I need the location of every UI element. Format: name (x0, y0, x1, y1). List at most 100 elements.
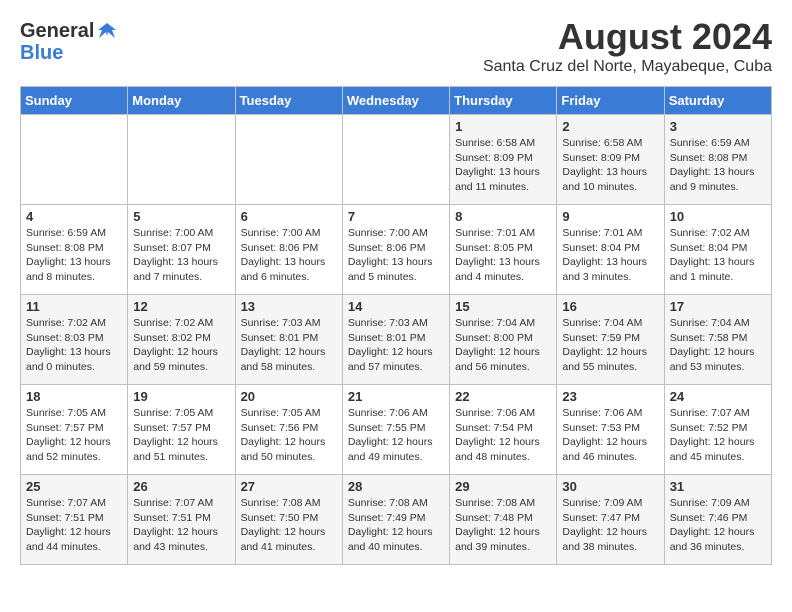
day-info: Sunrise: 7:02 AM Sunset: 8:04 PM Dayligh… (670, 226, 766, 285)
day-info: Sunrise: 7:06 AM Sunset: 7:54 PM Dayligh… (455, 406, 551, 465)
day-info: Sunrise: 7:00 AM Sunset: 8:06 PM Dayligh… (348, 226, 444, 285)
day-info: Sunrise: 7:04 AM Sunset: 8:00 PM Dayligh… (455, 316, 551, 375)
day-info: Sunrise: 7:08 AM Sunset: 7:48 PM Dayligh… (455, 496, 551, 555)
day-info: Sunrise: 7:02 AM Sunset: 8:03 PM Dayligh… (26, 316, 122, 375)
day-info: Sunrise: 6:59 AM Sunset: 8:08 PM Dayligh… (26, 226, 122, 285)
day-info: Sunrise: 7:07 AM Sunset: 7:51 PM Dayligh… (26, 496, 122, 555)
calendar-cell: 23Sunrise: 7:06 AM Sunset: 7:53 PM Dayli… (557, 385, 664, 475)
weekday-header-wednesday: Wednesday (342, 87, 449, 115)
calendar-cell: 5Sunrise: 7:00 AM Sunset: 8:07 PM Daylig… (128, 205, 235, 295)
day-info: Sunrise: 6:58 AM Sunset: 8:09 PM Dayligh… (562, 136, 658, 195)
calendar-cell: 14 Sunrise: 7:03 AM Sunset: 8:01 PM Dayli… (342, 295, 449, 385)
calendar-cell (21, 115, 128, 205)
day-number: 1 (455, 119, 551, 134)
logo-blue-text: Blue (20, 43, 63, 63)
day-number: 10 (670, 209, 766, 224)
day-info: Sunrise: 7:06 AM Sunset: 7:55 PM Dayligh… (348, 406, 444, 465)
day-info: Sunrise: 7:03 AM Sunset: 8:01 PM Dayligh… (241, 316, 337, 375)
day-number: 7 (348, 209, 444, 224)
calendar-cell (342, 115, 449, 205)
weekday-header-thursday: Thursday (450, 87, 557, 115)
day-info: Sunrise: 7:09 AM Sunset: 7:47 PM Dayligh… (562, 496, 658, 555)
day-info: Sunrise: 7:07 AM Sunset: 7:52 PM Dayligh… (670, 406, 766, 465)
calendar-cell: 21 Sunrise: 7:06 AM Sunset: 7:55 PM Dayli… (342, 385, 449, 475)
day-info: Sunrise: 7:01 AM Sunset: 8:05 PM Dayligh… (455, 226, 551, 285)
day-number: 20 (241, 389, 337, 404)
day-info: Sunrise: 7:00 AM Sunset: 8:07 PM Dayligh… (133, 226, 229, 285)
calendar-cell: 24Sunrise: 7:07 AM Sunset: 7:52 PM Dayli… (664, 385, 771, 475)
day-number: 8 (455, 209, 551, 224)
day-number: 28 (348, 479, 444, 494)
calendar-cell (128, 115, 235, 205)
week-row-3: 11 Sunrise: 7:02 AM Sunset: 8:03 PM Dayli… (21, 295, 772, 385)
day-info: Sunrise: 6:58 AM Sunset: 8:09 PM Dayligh… (455, 136, 551, 195)
weekday-header-saturday: Saturday (664, 87, 771, 115)
day-info: Sunrise: 7:09 AM Sunset: 7:46 PM Dayligh… (670, 496, 766, 555)
weekday-header-tuesday: Tuesday (235, 87, 342, 115)
calendar-cell: 4 Sunrise: 6:59 AM Sunset: 8:08 PM Daylig… (21, 205, 128, 295)
day-number: 30 (562, 479, 658, 494)
day-info: Sunrise: 7:08 AM Sunset: 7:50 PM Dayligh… (241, 496, 337, 555)
day-number: 27 (241, 479, 337, 494)
day-number: 14 (348, 299, 444, 314)
day-info: Sunrise: 7:07 AM Sunset: 7:51 PM Dayligh… (133, 496, 229, 555)
calendar-cell: 6 Sunrise: 7:00 AM Sunset: 8:06 PM Daylig… (235, 205, 342, 295)
day-info: Sunrise: 7:02 AM Sunset: 8:02 PM Dayligh… (133, 316, 229, 375)
day-number: 2 (562, 119, 658, 134)
calendar-cell: 11 Sunrise: 7:02 AM Sunset: 8:03 PM Dayli… (21, 295, 128, 385)
calendar-cell: 3Sunrise: 6:59 AM Sunset: 8:08 PM Daylig… (664, 115, 771, 205)
day-number: 21 (348, 389, 444, 404)
day-info: Sunrise: 7:00 AM Sunset: 8:06 PM Dayligh… (241, 226, 337, 285)
calendar-cell: 7 Sunrise: 7:00 AM Sunset: 8:06 PM Daylig… (342, 205, 449, 295)
day-number: 31 (670, 479, 766, 494)
calendar-cell: 26 Sunrise: 7:07 AM Sunset: 7:51 PM Dayli… (128, 475, 235, 565)
calendar-cell: 12 Sunrise: 7:02 AM Sunset: 8:02 PM Dayli… (128, 295, 235, 385)
weekday-header-row: SundayMondayTuesdayWednesdayThursdayFrid… (21, 87, 772, 115)
week-row-5: 25 Sunrise: 7:07 AM Sunset: 7:51 PM Dayli… (21, 475, 772, 565)
title-area: August 2024 Santa Cruz del Norte, Mayabe… (483, 16, 772, 76)
week-row-2: 4 Sunrise: 6:59 AM Sunset: 8:08 PM Daylig… (21, 205, 772, 295)
day-info: Sunrise: 7:03 AM Sunset: 8:01 PM Dayligh… (348, 316, 444, 375)
day-info: Sunrise: 7:08 AM Sunset: 7:49 PM Dayligh… (348, 496, 444, 555)
day-info: Sunrise: 7:01 AM Sunset: 8:04 PM Dayligh… (562, 226, 658, 285)
day-number: 19 (133, 389, 229, 404)
calendar: SundayMondayTuesdayWednesdayThursdayFrid… (20, 86, 772, 565)
calendar-cell: 15 Sunrise: 7:04 AM Sunset: 8:00 PM Dayli… (450, 295, 557, 385)
day-number: 13 (241, 299, 337, 314)
main-title: August 2024 (483, 16, 772, 58)
day-number: 17 (670, 299, 766, 314)
calendar-cell: 18 Sunrise: 7:05 AM Sunset: 7:57 PM Dayli… (21, 385, 128, 475)
calendar-cell: 31 Sunrise: 7:09 AM Sunset: 7:46 PM Dayli… (664, 475, 771, 565)
day-info: Sunrise: 7:05 AM Sunset: 7:56 PM Dayligh… (241, 406, 337, 465)
day-number: 12 (133, 299, 229, 314)
day-number: 6 (241, 209, 337, 224)
day-number: 23 (562, 389, 658, 404)
day-info: Sunrise: 7:04 AM Sunset: 7:59 PM Dayligh… (562, 316, 658, 375)
week-row-4: 18 Sunrise: 7:05 AM Sunset: 7:57 PM Dayli… (21, 385, 772, 475)
calendar-cell: 2 Sunrise: 6:58 AM Sunset: 8:09 PM Daylig… (557, 115, 664, 205)
day-number: 15 (455, 299, 551, 314)
logo-bird-icon (96, 20, 118, 42)
calendar-cell: 25 Sunrise: 7:07 AM Sunset: 7:51 PM Dayli… (21, 475, 128, 565)
calendar-cell: 9 Sunrise: 7:01 AM Sunset: 8:04 PM Daylig… (557, 205, 664, 295)
day-number: 29 (455, 479, 551, 494)
day-number: 4 (26, 209, 122, 224)
day-number: 22 (455, 389, 551, 404)
day-number: 25 (26, 479, 122, 494)
calendar-cell: 17Sunrise: 7:04 AM Sunset: 7:58 PM Dayli… (664, 295, 771, 385)
weekday-header-friday: Friday (557, 87, 664, 115)
day-number: 18 (26, 389, 122, 404)
calendar-cell: 13 Sunrise: 7:03 AM Sunset: 8:01 PM Dayli… (235, 295, 342, 385)
day-number: 3 (670, 119, 766, 134)
calendar-cell: 28 Sunrise: 7:08 AM Sunset: 7:49 PM Dayli… (342, 475, 449, 565)
week-row-1: 1 Sunrise: 6:58 AM Sunset: 8:09 PM Daylig… (21, 115, 772, 205)
header: General Blue August 2024 Santa Cruz del … (20, 16, 772, 76)
calendar-cell: 29 Sunrise: 7:08 AM Sunset: 7:48 PM Dayli… (450, 475, 557, 565)
subtitle: Santa Cruz del Norte, Mayabeque, Cuba (483, 58, 772, 76)
day-number: 26 (133, 479, 229, 494)
day-number: 11 (26, 299, 122, 314)
calendar-cell: 27 Sunrise: 7:08 AM Sunset: 7:50 PM Dayli… (235, 475, 342, 565)
day-info: Sunrise: 7:05 AM Sunset: 7:57 PM Dayligh… (26, 406, 122, 465)
calendar-cell: 1 Sunrise: 6:58 AM Sunset: 8:09 PM Daylig… (450, 115, 557, 205)
day-number: 9 (562, 209, 658, 224)
